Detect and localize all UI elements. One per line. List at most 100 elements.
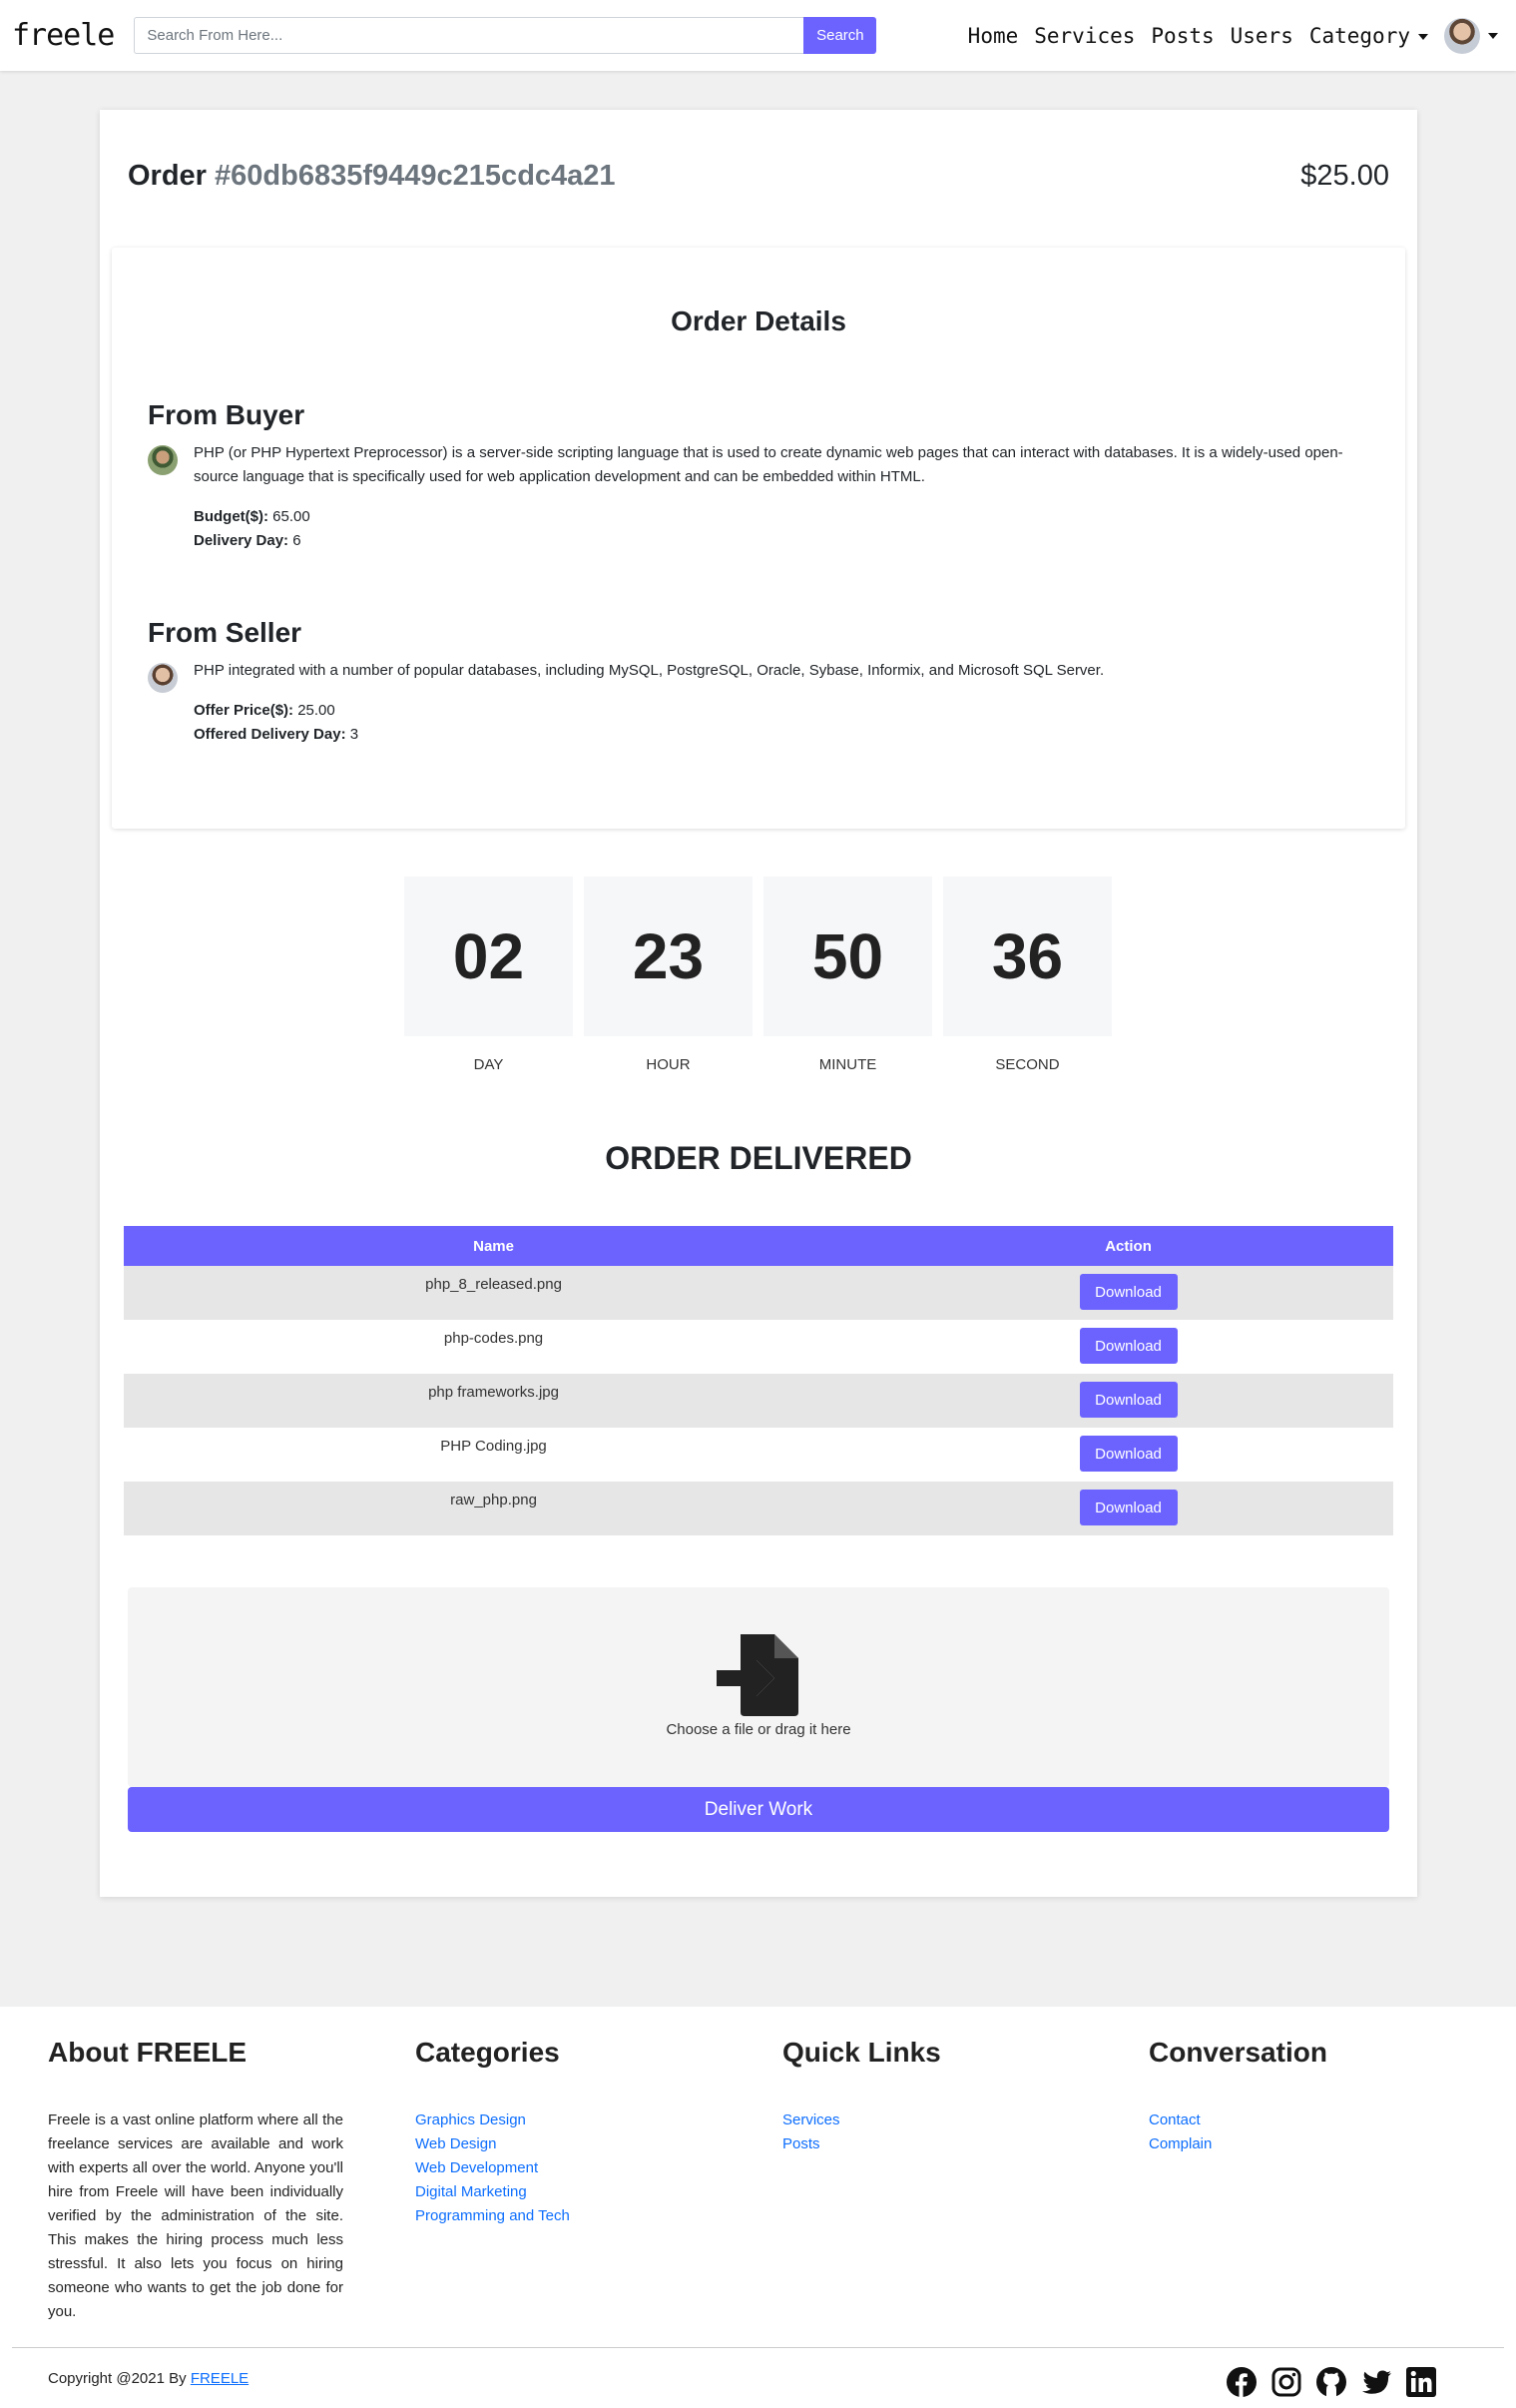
search-button[interactable]: Search <box>803 17 877 54</box>
file-name: PHP Coding.jpg <box>440 1438 547 1455</box>
order-label: Order <box>128 160 207 192</box>
copyright: Copyright @2021 By FREELE <box>48 2370 249 2387</box>
table-row: PHP Coding.jpg Download <box>124 1428 1393 1482</box>
offered-delivery-label: Offered Delivery Day: <box>194 726 346 743</box>
search-input[interactable] <box>134 17 804 54</box>
deliver-work-button[interactable]: Deliver Work <box>128 1787 1389 1832</box>
order-delivered-title: ORDER DELIVERED <box>605 1140 912 1176</box>
name-column-header: Name <box>124 1226 864 1266</box>
budget-value: 65.00 <box>272 508 310 525</box>
nav-category-dropdown[interactable]: Category <box>1309 24 1428 48</box>
order-details-title: Order Details <box>671 305 846 336</box>
footer-link-posts[interactable]: Posts <box>782 2132 1082 2156</box>
countdown-minute: 50 MINUTE <box>763 877 932 1073</box>
seller-message: PHP integrated with a number of popular … <box>148 659 1375 747</box>
footer-link-digital-marketing[interactable]: Digital Marketing <box>415 2180 715 2204</box>
buyer-section-title: From Buyer <box>148 399 305 430</box>
file-import-icon <box>717 1634 798 1716</box>
footer-categories: Categories Graphics Design Web Design We… <box>415 2037 715 2228</box>
countdown-day: 02 DAY <box>404 877 573 1073</box>
table-row: raw_php.png Download <box>124 1482 1393 1535</box>
buyer-avatar <box>148 445 178 475</box>
footer-conversation: Conversation Contact Complain <box>1149 2037 1448 2156</box>
twitter-icon[interactable] <box>1360 2366 1392 2398</box>
file-name: php_8_released.png <box>124 1266 864 1320</box>
instagram-icon[interactable] <box>1270 2366 1302 2398</box>
brand-logo[interactable]: freele <box>12 18 115 53</box>
facebook-icon[interactable] <box>1226 2366 1258 2398</box>
file-name: php frameworks.jpg <box>124 1374 864 1428</box>
order-card: Order #60db6835f9449c215cdc4a21 $25.00 O… <box>100 110 1417 1897</box>
delivery-day-value: 6 <box>292 532 301 549</box>
navbar: freele Search Home Services Posts Users … <box>0 0 1516 71</box>
download-button[interactable]: Download <box>1079 1436 1178 1472</box>
countdown-value: 23 <box>584 877 753 1036</box>
order-price: $25.00 <box>1300 160 1389 192</box>
download-button[interactable]: Download <box>1079 1328 1178 1364</box>
order-heading: Order #60db6835f9449c215cdc4a21 <box>128 160 616 193</box>
copyright-text: Copyright @2021 By <box>48 2370 191 2387</box>
budget-label: Budget($): <box>194 508 268 525</box>
footer-divider <box>12 2347 1504 2348</box>
footer-link-services[interactable]: Services <box>782 2108 1082 2132</box>
linkedin-icon[interactable] <box>1405 2366 1437 2398</box>
social-links <box>1226 2366 1437 2398</box>
footer-quick-links-title: Quick Links <box>782 2037 941 2068</box>
footer-link-programming-tech[interactable]: Programming and Tech <box>415 2204 715 2228</box>
buyer-message: PHP (or PHP Hypertext Preprocessor) is a… <box>148 441 1375 553</box>
nav-category-label: Category <box>1308 23 1410 48</box>
footer-conversation-title: Conversation <box>1149 2037 1327 2068</box>
offered-delivery-value: 3 <box>349 726 359 743</box>
countdown-second: 36 SECOND <box>943 877 1112 1073</box>
table-row: php-codes.png Download <box>124 1320 1393 1374</box>
download-button[interactable]: Download <box>1079 1490 1178 1525</box>
footer-link-graphics-design[interactable]: Graphics Design <box>415 2108 715 2132</box>
search-form: Search <box>134 17 877 54</box>
user-menu[interactable] <box>1444 17 1498 54</box>
offer-price-label: Offer Price($): <box>194 702 294 719</box>
countdown-value: 50 <box>763 877 932 1036</box>
copyright-link[interactable]: FREELE <box>191 2370 249 2387</box>
nav-home[interactable]: Home <box>968 24 1019 48</box>
file-drop-zone[interactable]: Choose a file or drag it here <box>128 1587 1389 1787</box>
footer-link-web-development[interactable]: Web Development <box>415 2156 715 2180</box>
seller-message-text: PHP integrated with a number of popular … <box>194 662 1105 679</box>
file-name: php-codes.png <box>443 1330 544 1347</box>
nav-services[interactable]: Services <box>1034 24 1135 48</box>
footer-link-contact[interactable]: Contact <box>1149 2108 1448 2132</box>
order-details-card: Order Details From Buyer PHP (or PHP Hyp… <box>112 248 1405 829</box>
chevron-down-icon <box>1488 32 1498 39</box>
footer: About FREELE Freele is a vast online pla… <box>0 2007 1516 2408</box>
buyer-message-text: PHP (or PHP Hypertext Preprocessor) is a… <box>194 444 1343 485</box>
footer-categories-title: Categories <box>415 2037 560 2068</box>
table-header-row: Name Action <box>124 1226 1393 1266</box>
action-column-header: Action <box>863 1226 1393 1266</box>
footer-about: About FREELE Freele is a vast online pla… <box>48 2037 347 2324</box>
footer-link-complain[interactable]: Complain <box>1149 2132 1448 2156</box>
github-icon[interactable] <box>1315 2366 1347 2398</box>
countdown-value: 36 <box>943 877 1112 1036</box>
download-button[interactable]: Download <box>1079 1274 1178 1310</box>
countdown-label: MINUTE <box>818 1056 877 1073</box>
seller-section-title: From Seller <box>148 617 302 648</box>
countdown-timer: 02 DAY 23 HOUR 50 MINUTE 36 SECOND <box>404 877 1112 1073</box>
nav-links: Home Services Posts Users Category <box>952 17 1504 54</box>
delivered-files-table: Name Action php_8_released.png Download … <box>124 1226 1393 1535</box>
download-button[interactable]: Download <box>1079 1382 1178 1418</box>
footer-about-title: About FREELE <box>48 2037 248 2068</box>
chevron-down-icon <box>1418 33 1428 40</box>
footer-about-text: Freele is a vast online platform where a… <box>48 2111 343 2320</box>
countdown-value: 02 <box>404 877 573 1036</box>
nav-users[interactable]: Users <box>1231 24 1293 48</box>
order-id: #60db6835f9449c215cdc4a21 <box>215 160 616 192</box>
seller-avatar <box>148 663 178 693</box>
countdown-hour: 23 HOUR <box>584 877 753 1073</box>
footer-quick-links: Quick Links Services Posts <box>782 2037 1082 2156</box>
table-row: php frameworks.jpg Download <box>124 1374 1393 1428</box>
delivery-day-label: Delivery Day: <box>194 532 289 549</box>
countdown-label: HOUR <box>646 1056 691 1073</box>
footer-link-web-design[interactable]: Web Design <box>415 2132 715 2156</box>
table-row: php_8_released.png Download <box>124 1266 1393 1320</box>
nav-posts[interactable]: Posts <box>1151 24 1214 48</box>
countdown-label: DAY <box>473 1056 504 1073</box>
